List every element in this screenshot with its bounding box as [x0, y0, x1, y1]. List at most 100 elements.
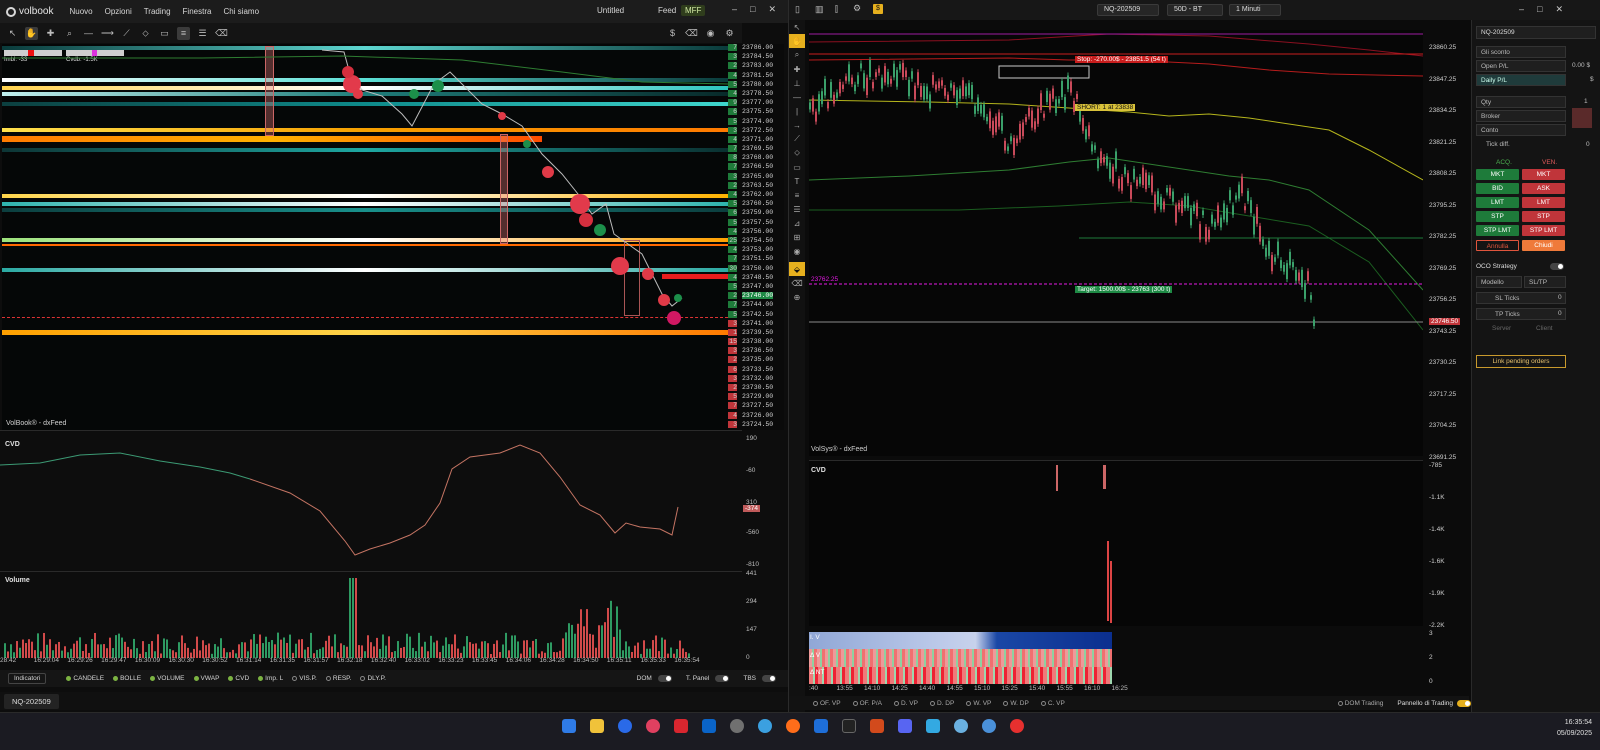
indicator-toggle[interactable]: Imp. L: [258, 675, 283, 682]
crosshair-icon[interactable]: ✚: [44, 27, 57, 40]
ladder-row[interactable]: 5 23780.00: [728, 80, 784, 89]
profile-toggle[interactable]: C. VP: [1040, 700, 1065, 707]
indicator-toggle[interactable]: DLY.P.: [360, 675, 386, 682]
ladder-row[interactable]: 7 23769.50: [728, 145, 784, 153]
sell-market-button[interactable]: MKT: [1522, 169, 1565, 180]
ladder-row[interactable]: 6 23775.50: [728, 108, 784, 116]
zoom-icon[interactable]: ⌕: [63, 27, 76, 40]
hline-icon[interactable]: —: [789, 90, 805, 104]
ladder-row[interactable]: 1 23739.50: [728, 328, 784, 337]
app-icon[interactable]: [982, 719, 996, 733]
list-icon[interactable]: ≡: [177, 26, 190, 40]
feed-select[interactable]: MFF: [681, 5, 706, 16]
app-icon[interactable]: [1010, 719, 1024, 733]
buy-market-button[interactable]: MKT: [1476, 169, 1519, 180]
ladder-row[interactable]: 2 23746.00: [728, 292, 784, 300]
app-icon[interactable]: [870, 719, 884, 733]
tp-model-select[interactable]: SL/TP: [1524, 276, 1566, 288]
magnet-icon[interactable]: ⊕: [789, 290, 805, 304]
discord-icon[interactable]: [898, 719, 912, 733]
ladder-row[interactable]: 6 23759.00: [728, 209, 784, 217]
profile-toggle[interactable]: D. DP: [929, 700, 954, 707]
dom-trading-toggle[interactable]: DOM Trading: [1337, 700, 1383, 707]
tp-tp-ticks-field[interactable]: TP Ticks: [1476, 308, 1566, 320]
menu-chi-siamo[interactable]: Chi siamo: [223, 7, 259, 16]
ladder-row[interactable]: 4 23762.00: [728, 191, 784, 199]
indicator-toggle[interactable]: BOLLE: [113, 675, 141, 682]
indicator-toggle[interactable]: VIS.P.: [292, 675, 317, 682]
lock-icon[interactable]: ⬙: [789, 262, 805, 276]
oco-strategy-toggle[interactable]: [1550, 263, 1564, 270]
outlook-icon[interactable]: [702, 719, 716, 733]
price-ladder[interactable]: 7 23786.00 3 23784.50 2 23783.00 4 23781.50 5 237…: [728, 44, 784, 430]
profile-toggle[interactable]: W. DP: [1003, 700, 1029, 707]
dollar-icon[interactable]: $: [873, 4, 883, 14]
ladder-row[interactable]: 4 23726.00: [728, 411, 784, 420]
ladder-row[interactable]: 9 23777.00: [728, 99, 784, 107]
ladder-row[interactable]: 15 23738.00: [728, 338, 784, 346]
trendline-icon[interactable]: ⟋: [789, 132, 805, 146]
target-label[interactable]: Target: 1500.00$ - 23763 (300 t): [1075, 286, 1173, 293]
sell-ask-button[interactable]: ASK: [1522, 183, 1565, 194]
ray-icon[interactable]: ⟶: [101, 27, 114, 40]
ladder-row[interactable]: 5 23747.00: [728, 282, 784, 291]
tp-symbol-select[interactable]: NQ-202509: [1476, 26, 1596, 39]
pointer-icon[interactable]: ↖: [6, 27, 19, 40]
app-icon[interactable]: [814, 719, 828, 733]
trading-panel-toggle[interactable]: [1457, 699, 1471, 707]
indicator-toggle[interactable]: VOLUME: [150, 675, 185, 682]
levels-icon[interactable]: ☰: [789, 202, 805, 216]
tp-tick-diff-label[interactable]: Tick diff.: [1486, 141, 1510, 148]
ladder-row[interactable]: 3 23772.50: [728, 126, 784, 135]
menu-finestra[interactable]: Finestra: [183, 7, 212, 16]
ladder-row[interactable]: 4 23781.50: [728, 71, 784, 80]
cancel-orders-button[interactable]: Annulla: [1476, 240, 1519, 251]
ladder-row[interactable]: 3 23724.50: [728, 420, 784, 429]
maximize-icon[interactable]: □: [750, 4, 755, 15]
indicator-toggle[interactable]: CVD: [228, 675, 249, 682]
eraser-icon[interactable]: ⌫: [215, 27, 228, 40]
link-pending-orders-button[interactable]: Link pending orders: [1476, 355, 1566, 368]
layout-icon[interactable]: ▯: [795, 4, 800, 15]
tp-qty-field[interactable]: Qty: [1476, 96, 1566, 108]
settings-icon[interactable]: ⚙: [723, 27, 736, 40]
buy-limit-button[interactable]: LMT: [1476, 197, 1519, 208]
app-icon[interactable]: [646, 719, 660, 733]
profile-toggle[interactable]: OF. P/A: [852, 700, 882, 707]
ladder-row[interactable]: 25 23754.50: [728, 237, 784, 245]
settings-icon[interactable]: [730, 719, 744, 733]
sell-stop-limit-button[interactable]: STP LMT: [1522, 225, 1565, 236]
ladder-row[interactable]: 2 23783.00: [728, 62, 784, 70]
cvd-panel[interactable]: CVD: [809, 460, 1423, 626]
indicator-toggle[interactable]: RESP.: [325, 675, 351, 682]
ruler-icon[interactable]: ⊞: [789, 230, 805, 244]
tp-account-field[interactable]: Conto: [1476, 124, 1566, 136]
bar-chart-icon[interactable]: ▥: [815, 4, 824, 15]
ladder-row[interactable]: 6 23733.50: [728, 365, 784, 374]
dollar-icon[interactable]: $: [666, 27, 679, 40]
ladder-row[interactable]: 4 23748.50: [728, 273, 784, 282]
tp-discount-field[interactable]: Gli sconto: [1476, 46, 1566, 58]
crosshair-icon[interactable]: ✚: [789, 62, 805, 76]
minimize-icon[interactable]: –: [732, 4, 737, 15]
cvd-panel[interactable]: CVD 190 -60 310 -374 -560 -810: [0, 431, 761, 571]
range-dropdown[interactable]: 50D - BT: [1167, 4, 1223, 16]
trendline-icon[interactable]: ⟋: [120, 27, 133, 40]
minimize-icon[interactable]: –: [1519, 4, 1524, 15]
tp-sl-ticks-field[interactable]: SL Ticks: [1476, 292, 1566, 304]
ladder-row[interactable]: 3 23732.00: [728, 374, 784, 383]
ladder-row[interactable]: 4 23771.00: [728, 135, 784, 144]
ladder-row[interactable]: 7 23766.50: [728, 163, 784, 171]
ladder-row[interactable]: 5 23774.00: [728, 117, 784, 126]
workspace-dropdown[interactable]: Untitled: [597, 6, 624, 15]
erase-all-icon[interactable]: ⌫: [685, 27, 698, 40]
ladder-row[interactable]: 4 23753.00: [728, 246, 784, 254]
rectangle-icon[interactable]: ▭: [158, 27, 171, 40]
menu-opzioni[interactable]: Opzioni: [105, 7, 132, 16]
measure-icon[interactable]: ⊿: [789, 216, 805, 230]
tradingview-icon[interactable]: [842, 719, 856, 733]
heatmap-panel[interactable]: Imbl: -33 Cvdb: -1.5K VolBook® - dxFeed: [2, 44, 728, 430]
ladder-row[interactable]: 5 23742.50: [728, 310, 784, 319]
tp-server-radio[interactable]: Server: [1492, 325, 1511, 332]
tbs-toggle[interactable]: [762, 675, 776, 682]
